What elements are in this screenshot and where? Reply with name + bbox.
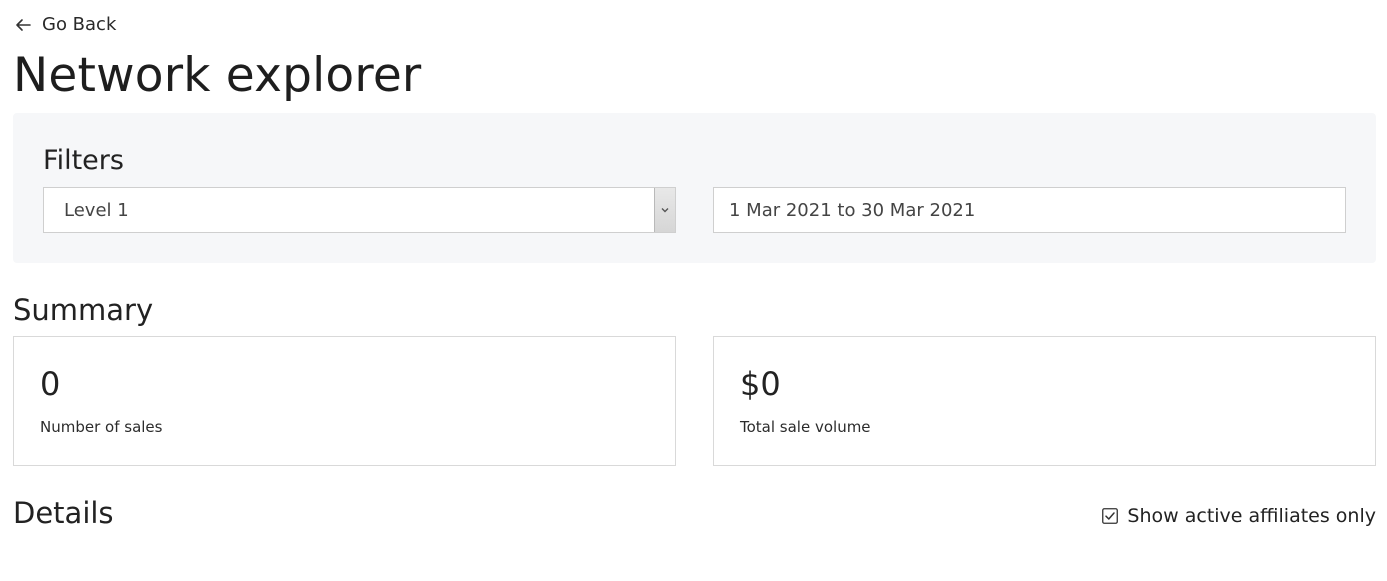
number-of-sales-card: 0 Number of sales: [13, 336, 676, 466]
chevron-down-icon: [661, 208, 669, 213]
checkbox-checked-icon[interactable]: [1102, 508, 1119, 524]
number-of-sales-value: 0: [40, 365, 61, 403]
summary-heading: Summary: [13, 293, 154, 327]
filters-panel: Filters Level 1 1 Mar 2021 to 30 Mar 202…: [13, 113, 1376, 263]
number-of-sales-label: Number of sales: [40, 418, 163, 436]
level-select-value: Level 1: [64, 199, 129, 221]
total-sale-volume-value: $0: [740, 365, 781, 403]
level-dropdown-button[interactable]: [654, 188, 675, 232]
show-active-affiliates-label: Show active affiliates only: [1127, 505, 1376, 527]
level-select[interactable]: Level 1: [43, 187, 676, 233]
date-range-input[interactable]: 1 Mar 2021 to 30 Mar 2021: [713, 187, 1346, 233]
go-back-label: Go Back: [42, 14, 117, 35]
arrow-left-icon: [16, 19, 31, 31]
total-sale-volume-label: Total sale volume: [740, 418, 871, 436]
page-title: Network explorer: [13, 48, 422, 103]
filters-heading: Filters: [43, 145, 124, 176]
go-back-link[interactable]: Go Back: [14, 12, 116, 38]
total-sale-volume-card: $0 Total sale volume: [713, 336, 1376, 466]
show-active-affiliates-toggle[interactable]: Show active affiliates only: [1102, 503, 1376, 529]
details-heading: Details: [13, 496, 114, 530]
